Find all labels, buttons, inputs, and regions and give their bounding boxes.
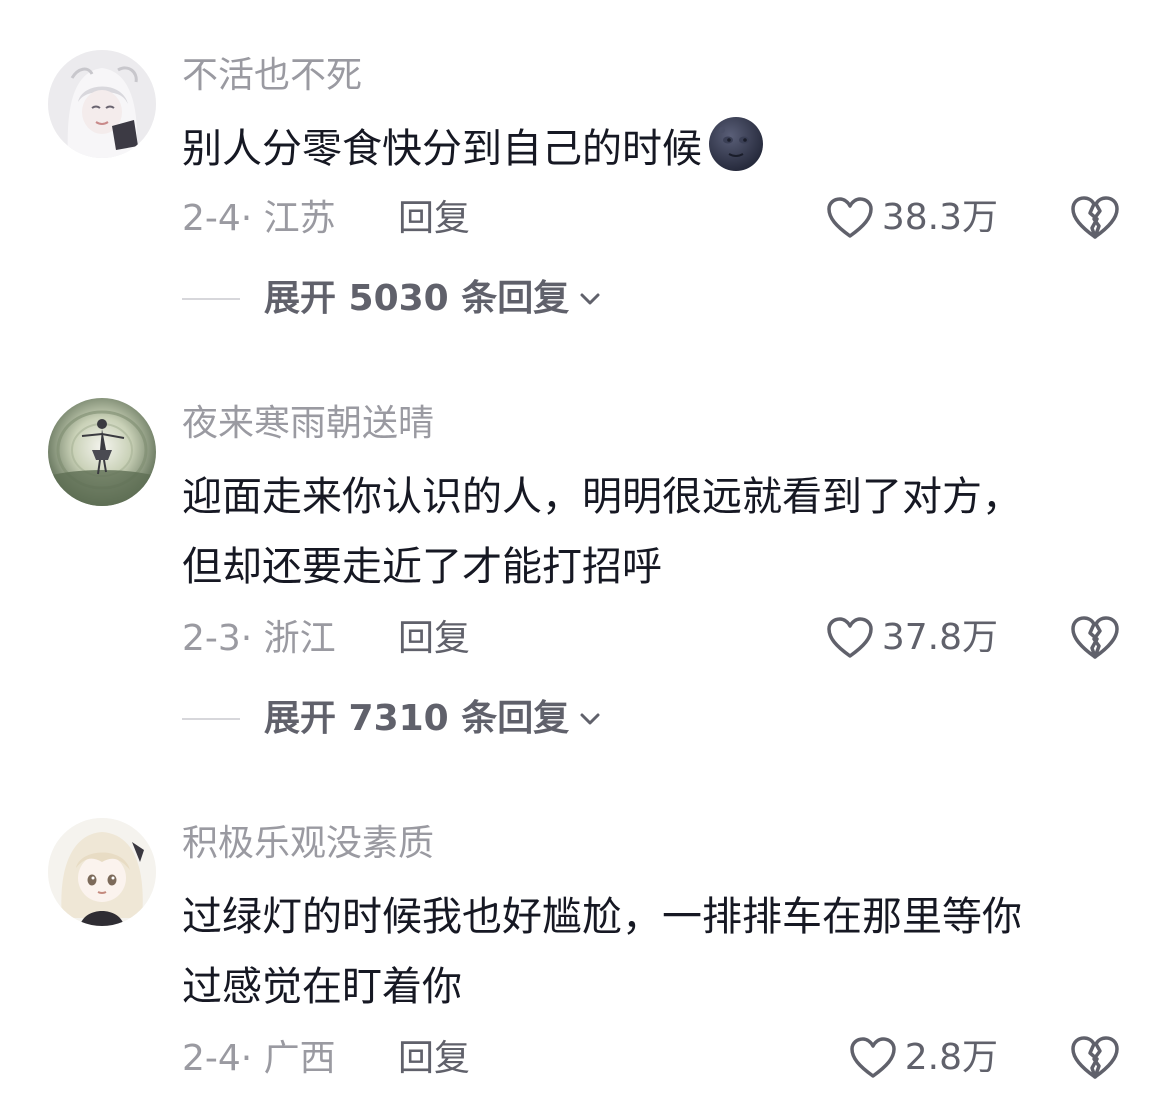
dislike-button[interactable]	[1070, 195, 1120, 241]
broken-heart-icon	[1071, 196, 1119, 239]
comment-text-line: 过绿灯的时候我也好尴尬，一排排车在那里等你	[182, 894, 1022, 940]
dislike-button[interactable]	[1070, 1035, 1120, 1081]
dislike-button[interactable]	[1070, 615, 1120, 661]
username[interactable]: 积极乐观没素质	[182, 822, 434, 866]
comment-text-line: 但却还要走近了才能打招呼	[182, 544, 662, 590]
comment-text-line: 过感觉在盯着你	[182, 964, 462, 1010]
username[interactable]: 夜来寒雨朝送晴	[182, 402, 434, 446]
reply-button[interactable]: 回复	[398, 1037, 470, 1081]
divider-line	[182, 298, 240, 300]
new-moon-face-emoji	[709, 117, 763, 171]
chevron-down-icon	[580, 713, 600, 725]
avatar[interactable]	[48, 398, 156, 506]
anime-avatar-icon	[48, 818, 156, 926]
comment-text: 别人分零食快分到自己的时候	[182, 114, 1122, 184]
anime-avatar-icon	[48, 50, 156, 158]
heart-outline-icon	[827, 197, 873, 238]
dancer-avatar-icon	[48, 398, 156, 506]
comment-text: 过绿灯的时候我也好尴尬，一排排车在那里等你 过感觉在盯着你	[182, 882, 1122, 1022]
expand-replies[interactable]: 展开 7310 条回复	[182, 697, 601, 741]
expand-replies-label[interactable]: 展开 5030 条回复	[264, 277, 569, 321]
date-location: 2-4· 江苏	[182, 198, 336, 239]
like-button[interactable]: 2.8万	[849, 1036, 998, 1080]
divider-line	[182, 718, 240, 720]
like-count: 2.8万	[904, 1037, 998, 1078]
expand-replies-label[interactable]: 展开 7310 条回复	[264, 697, 569, 741]
like-button[interactable]: 37.8万	[826, 616, 998, 660]
expand-replies[interactable]: 展开 5030 条回复	[182, 277, 601, 321]
date-location: 2-3· 浙江	[182, 618, 336, 659]
like-count: 37.8万	[881, 617, 998, 658]
avatar[interactable]	[48, 50, 156, 158]
avatar[interactable]	[48, 818, 156, 926]
username[interactable]: 不活也不死	[182, 54, 362, 98]
broken-heart-icon	[1071, 1036, 1119, 1079]
comment-text-line: 迎面走来你认识的人，明明很远就看到了对方，	[182, 474, 1022, 520]
date-location: 2-4· 广西	[182, 1038, 336, 1079]
comment-text-line: 别人分零食快分到自己的时候	[182, 126, 702, 172]
chevron-down-icon	[580, 293, 600, 305]
reply-button[interactable]: 回复	[398, 197, 470, 241]
comment-list: 不活也不死 别人分零食快分到自己的时候 2-4· 江苏 回复 38.3万 展开 …	[0, 0, 1170, 1104]
heart-outline-icon	[827, 617, 873, 658]
comment-text: 迎面走来你认识的人，明明很远就看到了对方， 但却还要走近了才能打招呼	[182, 462, 1122, 602]
heart-outline-icon	[849, 1037, 896, 1078]
like-button[interactable]: 38.3万	[826, 196, 998, 240]
broken-heart-icon	[1071, 616, 1119, 659]
reply-button[interactable]: 回复	[398, 617, 470, 661]
like-count: 38.3万	[881, 197, 998, 238]
